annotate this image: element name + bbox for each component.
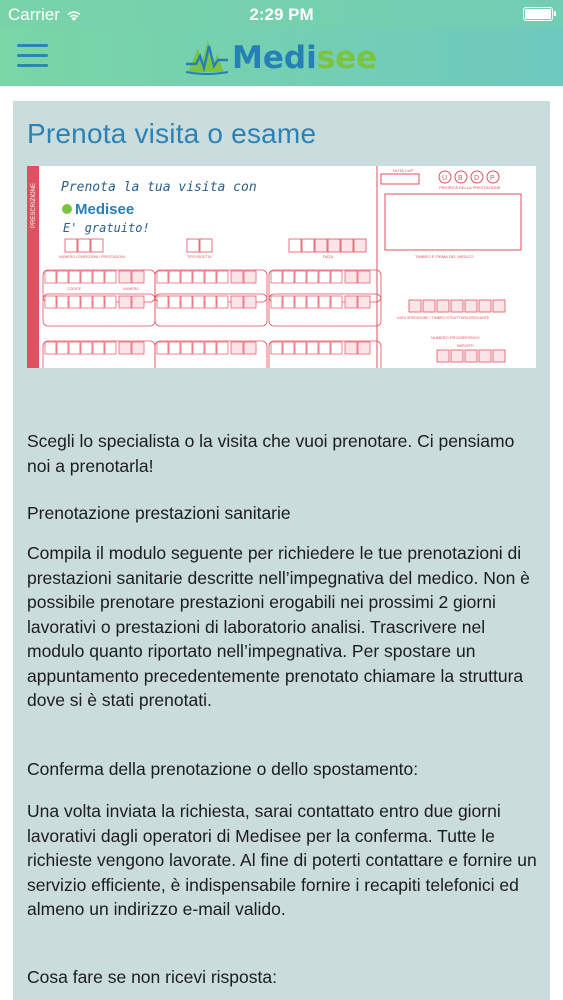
- timbro-label: TIMBRO E FIRMA DEL MEDICO: [415, 254, 474, 259]
- numero-label: NUMERO: [123, 287, 139, 291]
- handwriting-line3: E' gratuito!: [63, 221, 150, 235]
- content-card: Prenota visita o esame PRESCRIZIONE Pren…: [13, 101, 550, 1000]
- priority-letter-b: B: [458, 175, 463, 182]
- logo-text-medi: Medi: [232, 40, 317, 76]
- priority-letter-u: U: [442, 175, 447, 182]
- logo-text: Medisee: [232, 43, 377, 74]
- clock: 2:29 PM: [249, 5, 314, 24]
- handwriting-line1: Prenota la tua visita con: [61, 180, 257, 195]
- instructions-paragraph: Compila il modulo seguente per richieder…: [27, 543, 530, 710]
- priority-letter-d: D: [474, 175, 479, 182]
- priority-letter-p: P: [490, 175, 495, 182]
- status-bar: Carrier 2:29 PM: [0, 0, 563, 28]
- codice-esenzione-label: NUMERO CONFEZIONI / PRESTAZIONI: [59, 255, 125, 259]
- section-heading-prenotazione: Prenotazione prestazioni sanitarie: [27, 503, 291, 523]
- nav-bar: Medisee: [0, 28, 563, 86]
- tipo-ricetta-label: TIPO RICETTA: [187, 255, 212, 259]
- prescription-form-image: PRESCRIZIONE Prenota la tua visita con M…: [27, 166, 536, 368]
- app-logo: Medisee: [184, 36, 377, 78]
- medisee-logo-icon: [185, 40, 229, 75]
- importi-label: IMPORTI: [457, 343, 474, 348]
- codice-label: CODICE: [67, 287, 82, 291]
- page-title: Prenota visita o esame: [27, 118, 317, 149]
- prescrizione-label: PRESCRIZIONE: [31, 183, 37, 228]
- battery-icon: [523, 7, 556, 21]
- priority-letters: U B D P: [438, 170, 500, 184]
- section-heading-no-response: Cosa fare se non ricevi risposta:: [27, 967, 277, 987]
- handwriting-logo: Medisee: [75, 201, 134, 218]
- nota-cup-label: NOTA CUP: [393, 168, 413, 173]
- intro-paragraph: Scegli lo specialista o la visita che vu…: [27, 431, 515, 476]
- section-heading-conferma: Conferma della prenotazione o dello spos…: [27, 759, 419, 779]
- confirmation-paragraph: Una volta inviata la richiesta, sarai co…: [27, 801, 537, 919]
- numero-progressivo-label: NUMERO PROGRESSIVO: [431, 335, 479, 340]
- data-label: DATA: [323, 254, 333, 259]
- menu-icon[interactable]: [17, 44, 48, 68]
- data-spedizione-label: DATA SPEDIZIONE / TIMBRO STRUTTURA EROGA…: [397, 316, 490, 320]
- logo-text-see: see: [316, 40, 378, 76]
- priorita-label: PRIORITÀ DELLA PRESTAZIONE: [439, 185, 501, 190]
